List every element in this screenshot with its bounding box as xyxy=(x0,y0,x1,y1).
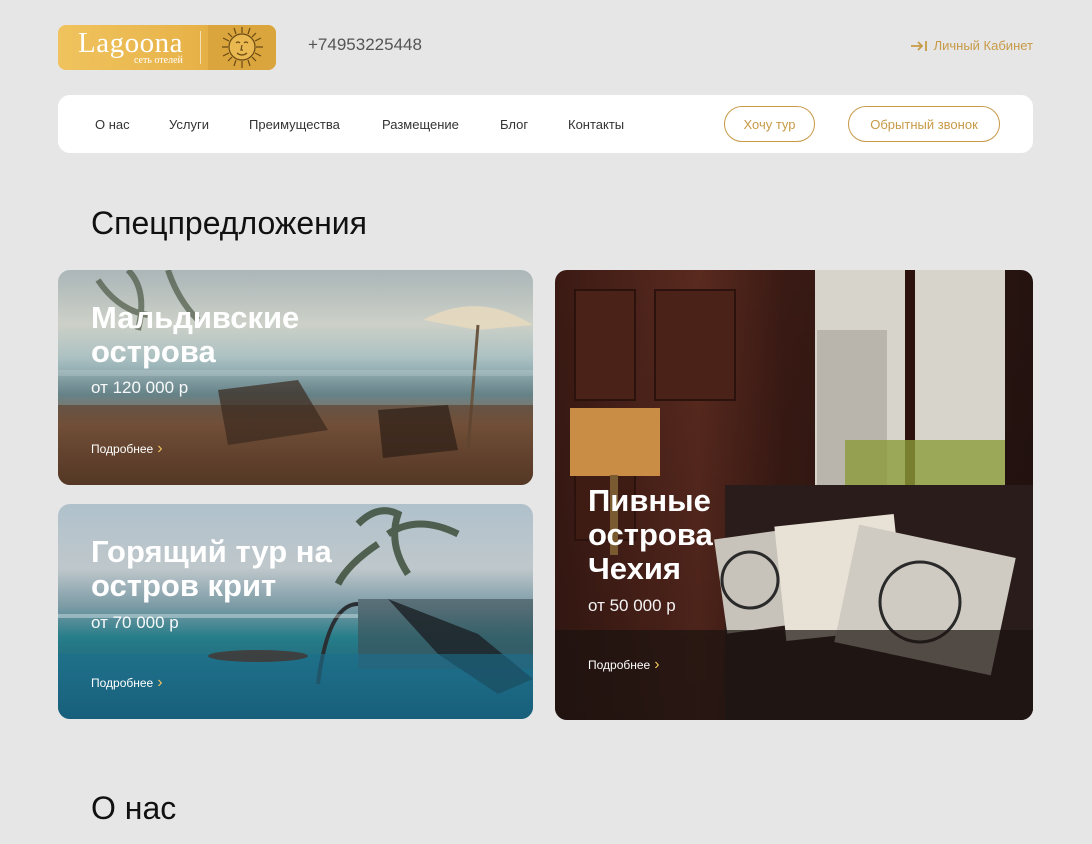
offer-card-maldives[interactable]: Мальдивские острова от 120 000 р Подробн… xyxy=(58,270,533,485)
nav-item-advantages[interactable]: Преимущества xyxy=(249,117,340,132)
offer-title-line: Мальдивские xyxy=(91,300,300,335)
callback-button[interactable]: Обрытный звонок xyxy=(848,106,1000,142)
logo-divider xyxy=(200,31,201,64)
offer-title-line: Горящий тур на xyxy=(91,534,332,569)
offer-more-label: Подробнее xyxy=(91,442,154,456)
offer-title: Горящий тур на остров крит xyxy=(91,535,332,603)
offer-more-link[interactable]: Подробнее › xyxy=(91,674,163,691)
nav-item-accommodation[interactable]: Размещение xyxy=(382,117,459,132)
about-heading: О нас xyxy=(91,790,177,826)
offer-card-crete[interactable]: Горящий тур на остров крит от 70 000 р П… xyxy=(58,504,533,719)
offer-more-link[interactable]: Подробнее › xyxy=(588,656,660,673)
offer-more-link[interactable]: Подробнее › xyxy=(91,440,163,457)
offer-price: от 120 000 р xyxy=(91,378,189,397)
chevron-right-icon: › xyxy=(654,656,660,673)
main-nav: О нас Услуги Преимущества Размещение Бло… xyxy=(58,95,1033,153)
login-icon xyxy=(910,40,927,51)
offers-heading: Спецпредложения xyxy=(91,205,367,241)
offer-title-line: Пивные xyxy=(588,483,711,518)
chevron-right-icon: › xyxy=(157,440,163,457)
sun-icon xyxy=(208,25,276,70)
phone-number[interactable]: +74953225448 xyxy=(308,35,422,55)
nav-item-contacts[interactable]: Контакты xyxy=(568,117,624,132)
nav-item-about[interactable]: О нас xyxy=(95,117,130,132)
want-tour-button[interactable]: Хочу тур xyxy=(724,106,815,142)
logo-subtitle: сеть отелей xyxy=(134,55,183,66)
nav-item-blog[interactable]: Блог xyxy=(500,117,528,132)
offer-more-label: Подробнее xyxy=(588,658,651,672)
offer-title-line: Чехия xyxy=(588,551,681,586)
logo[interactable]: Lagoona сеть отелей xyxy=(58,25,276,70)
chevron-right-icon: › xyxy=(157,674,163,691)
offer-price: от 70 000 р xyxy=(91,613,179,632)
offer-title: Мальдивские острова xyxy=(91,301,299,369)
offer-more-label: Подробнее xyxy=(91,676,154,690)
account-link-label: Личный Кабинет xyxy=(933,38,1033,53)
offer-price: от 50 000 р xyxy=(588,596,676,615)
offer-title-line: острова xyxy=(588,517,713,552)
offer-title-line: острова xyxy=(91,334,216,369)
offer-title-line: остров крит xyxy=(91,568,277,603)
offer-title: Пивные острова Чехия xyxy=(588,484,713,586)
account-link[interactable]: Личный Кабинет xyxy=(910,38,1033,53)
offer-card-czech[interactable]: Пивные острова Чехия от 50 000 р Подробн… xyxy=(555,270,1033,720)
nav-item-services[interactable]: Услуги xyxy=(169,117,209,132)
